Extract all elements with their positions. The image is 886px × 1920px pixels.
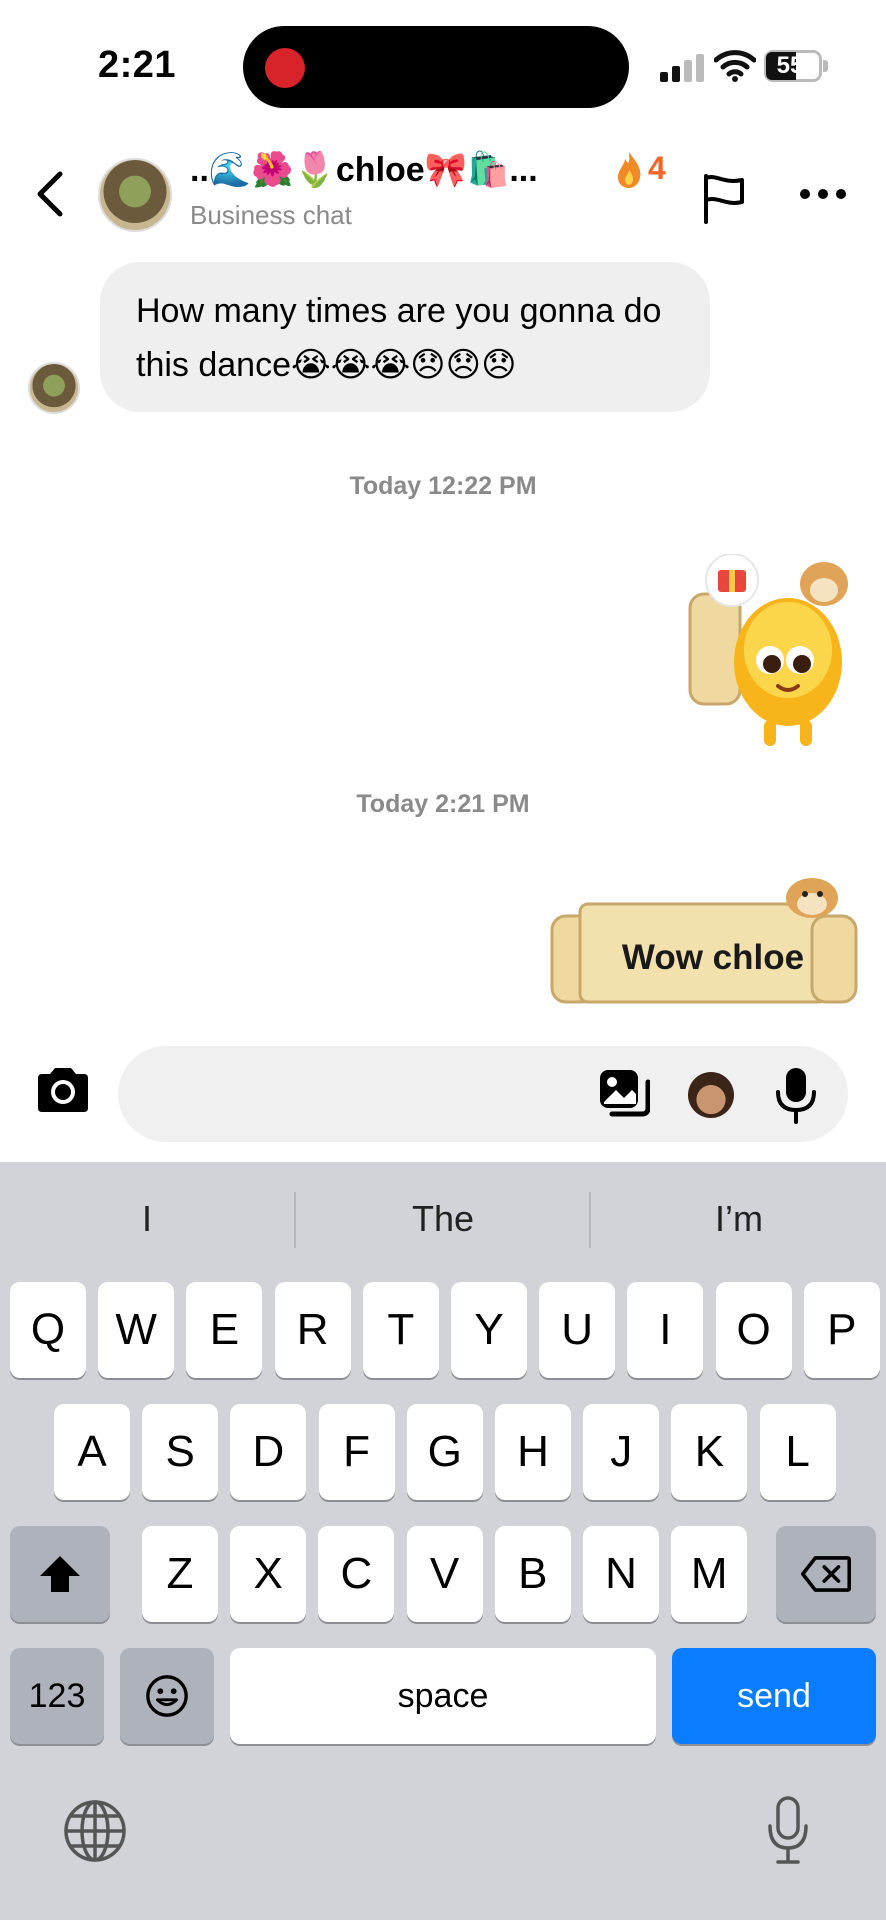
contact-name[interactable]: ..🌊🌺🌷chloe🎀🛍️... bbox=[190, 150, 610, 194]
suggestion-divider bbox=[589, 1192, 591, 1248]
more-options-icon[interactable] bbox=[798, 184, 848, 204]
back-button[interactable] bbox=[28, 168, 74, 220]
key-y[interactable]: Y bbox=[451, 1282, 527, 1378]
dictation-icon[interactable] bbox=[764, 1794, 812, 1866]
key-z[interactable]: Z bbox=[142, 1526, 218, 1622]
contact-avatar[interactable] bbox=[98, 158, 172, 232]
incoming-message-bubble[interactable]: How many times are you gonna do this dan… bbox=[100, 262, 710, 412]
send-key[interactable]: send bbox=[672, 1648, 876, 1744]
key-x[interactable]: X bbox=[230, 1526, 307, 1622]
timestamp: Today 12:22 PM bbox=[349, 472, 537, 500]
key-q[interactable]: Q bbox=[10, 1282, 86, 1378]
recording-indicator-icon bbox=[265, 48, 305, 88]
camera-icon[interactable] bbox=[34, 1066, 92, 1114]
microphone-icon[interactable] bbox=[774, 1066, 818, 1124]
backspace-key[interactable] bbox=[776, 1526, 876, 1622]
sender-avatar[interactable] bbox=[28, 362, 80, 414]
key-b[interactable]: B bbox=[494, 1526, 571, 1622]
key-p[interactable]: P bbox=[803, 1282, 880, 1378]
battery-percent: 55 bbox=[776, 52, 804, 79]
avatar-sticker-button[interactable] bbox=[688, 1072, 734, 1118]
streak-count: 4 bbox=[648, 150, 666, 186]
key-h[interactable]: H bbox=[495, 1404, 571, 1500]
key-g[interactable]: G bbox=[406, 1404, 483, 1500]
key-o[interactable]: O bbox=[715, 1282, 792, 1378]
globe-icon[interactable] bbox=[62, 1798, 128, 1864]
sticker-caption: Wow chloe bbox=[621, 938, 805, 977]
fire-streak-icon bbox=[618, 152, 641, 188]
status-time: 2:21 bbox=[98, 44, 177, 86]
suggestion-3[interactable]: I’m bbox=[592, 1198, 886, 1240]
suggestion-2[interactable]: The bbox=[296, 1198, 590, 1240]
key-t[interactable]: T bbox=[362, 1282, 439, 1378]
cellular-signal-icon bbox=[660, 54, 704, 82]
shift-icon bbox=[40, 1556, 80, 1592]
gallery-icon[interactable] bbox=[598, 1068, 650, 1120]
numbers-key[interactable]: 123 bbox=[10, 1648, 104, 1744]
key-c[interactable]: C bbox=[318, 1526, 395, 1622]
key-f[interactable]: F bbox=[318, 1404, 395, 1500]
key-e[interactable]: E bbox=[186, 1282, 263, 1378]
timestamp: Today 2:21 PM bbox=[356, 790, 530, 818]
backspace-icon bbox=[801, 1556, 851, 1592]
battery-tip bbox=[823, 60, 828, 72]
key-r[interactable]: R bbox=[274, 1282, 351, 1378]
space-key[interactable]: space bbox=[230, 1648, 656, 1744]
key-s[interactable]: S bbox=[142, 1404, 219, 1500]
key-m[interactable]: M bbox=[671, 1526, 748, 1622]
key-v[interactable]: V bbox=[406, 1526, 483, 1622]
shift-key[interactable] bbox=[10, 1526, 110, 1622]
key-i[interactable]: I bbox=[627, 1282, 704, 1378]
chat-type-label: Business chat bbox=[190, 200, 352, 230]
flag-icon[interactable] bbox=[700, 172, 748, 224]
message-input[interactable] bbox=[150, 1068, 574, 1122]
wifi-icon bbox=[714, 50, 756, 82]
emoji-key[interactable] bbox=[120, 1648, 214, 1744]
key-l[interactable]: L bbox=[759, 1404, 836, 1500]
key-a[interactable]: A bbox=[54, 1404, 130, 1500]
emoji-icon bbox=[146, 1675, 188, 1717]
gift-sticker[interactable] bbox=[684, 554, 860, 754]
key-k[interactable]: K bbox=[671, 1404, 748, 1500]
key-n[interactable]: N bbox=[583, 1526, 659, 1622]
suggestion-1[interactable]: I bbox=[0, 1198, 294, 1240]
key-w[interactable]: W bbox=[98, 1282, 175, 1378]
key-d[interactable]: D bbox=[230, 1404, 307, 1500]
key-j[interactable]: J bbox=[583, 1404, 660, 1500]
key-u[interactable]: U bbox=[539, 1282, 616, 1378]
